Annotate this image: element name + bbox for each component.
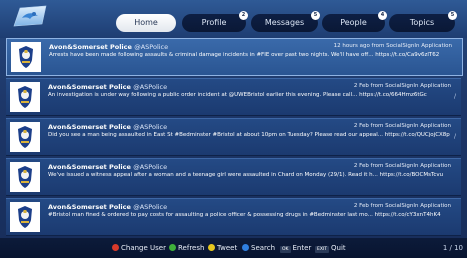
change-user-button[interactable]: Change User	[112, 244, 166, 252]
app-screen: Home Profile 2 Messages 5 People 4 Topic…	[0, 0, 467, 258]
green-key-icon	[169, 244, 176, 251]
ok-key-badge: OK	[280, 246, 291, 253]
tweet-author-handle: @ASPolice	[133, 203, 168, 211]
page-indicator: 1 / 10	[442, 244, 463, 252]
yellow-key-icon	[208, 244, 215, 251]
tweet-meta: 2 Feb from SocialSignIn Application	[353, 203, 451, 209]
tweet-author-name: Avon&Somerset Police	[48, 203, 131, 211]
tweet-text: Did you see a man being assaulted in Eas…	[48, 132, 450, 138]
tweet-author-handle: @ASPolice	[133, 83, 168, 91]
police-crest-icon	[10, 122, 40, 152]
tweet-author-name: Avon&Somerset Police	[49, 43, 132, 51]
tweet-author: Avon&Somerset Police @ASPolice	[48, 203, 167, 211]
police-crest-icon	[10, 162, 40, 192]
police-crest-icon	[10, 82, 40, 112]
police-crest-icon	[11, 42, 41, 72]
tab-people-label: People	[340, 18, 367, 27]
tab-topics-count: 5	[448, 11, 457, 20]
tab-people[interactable]: People 4	[322, 11, 387, 32]
tab-topics[interactable]: Topics 5	[389, 11, 457, 32]
tab-messages-label: Messages	[264, 18, 305, 27]
tweet-author-handle: @ASPolice	[133, 123, 168, 131]
blue-key-icon	[242, 244, 249, 251]
change-user-label: Change User	[121, 244, 166, 252]
tweet-meta: 2 Feb from SocialSignIn Application	[353, 83, 451, 89]
tweet-text: Arrests have been made following assault…	[49, 52, 440, 58]
tab-messages[interactable]: Messages 5	[251, 11, 320, 32]
tweet-meta: 2 Feb from SocialSignIn Application	[353, 123, 451, 129]
refresh-label: Refresh	[178, 244, 205, 252]
top-bar: Home Profile 2 Messages 5 People 4 Topic…	[0, 0, 467, 38]
tweet-item[interactable]: Avon&Somerset Police @ASPolice 2 Feb fro…	[6, 118, 461, 156]
tweet-label: Tweet	[217, 244, 238, 252]
tweet-author: Avon&Somerset Police @ASPolice	[48, 163, 167, 171]
scroll-indicator: /	[454, 93, 457, 100]
tweet-item[interactable]: Avon&Somerset Police @ASPolice 2 Feb fro…	[6, 198, 461, 236]
scroll-indicator: /	[454, 133, 457, 140]
tweet-author-name: Avon&Somerset Police	[48, 123, 131, 131]
police-crest-icon	[10, 202, 40, 232]
enter-button[interactable]: OK Enter	[280, 244, 311, 253]
tweet-item[interactable]: Avon&Somerset Police @ASPolice 2 Feb fro…	[6, 158, 461, 196]
refresh-button[interactable]: Refresh	[169, 244, 204, 252]
quit-label: Quit	[331, 244, 346, 252]
tweet-author: Avon&Somerset Police @ASPolice	[48, 123, 167, 131]
exit-key-badge: EXIT	[315, 246, 330, 253]
search-label: Search	[251, 244, 276, 252]
search-button[interactable]: Search	[242, 244, 275, 252]
bird-logo-icon	[10, 4, 50, 34]
tweet-author-name: Avon&Somerset Police	[48, 163, 131, 171]
tweet-text: An investigation is under way following …	[48, 92, 427, 98]
footer-bar: Change User Refresh Tweet Search OK Enter…	[0, 238, 467, 258]
tweet-button[interactable]: Tweet	[208, 244, 237, 252]
tab-topics-label: Topics	[409, 18, 435, 27]
tweet-author: Avon&Somerset Police @ASPolice	[49, 43, 168, 51]
tab-people-count: 4	[378, 11, 387, 20]
tweet-meta: 12 hours ago from SocialSignIn Applicati…	[333, 43, 452, 49]
tweet-item[interactable]: Avon&Somerset Police @ASPolice 12 hours …	[6, 38, 463, 76]
tweet-author-name: Avon&Somerset Police	[48, 83, 131, 91]
enter-label: Enter	[292, 244, 312, 252]
red-key-icon	[112, 244, 119, 251]
tweet-author-handle: @ASPolice	[134, 43, 169, 51]
tweet-author: Avon&Somerset Police @ASPolice	[48, 83, 167, 91]
tweet-author-handle: @ASPolice	[133, 163, 168, 171]
quit-button[interactable]: EXIT Quit	[315, 244, 346, 253]
tweet-meta: 2 Feb from SocialSignIn Application	[353, 163, 451, 169]
tweet-item[interactable]: Avon&Somerset Police @ASPolice 2 Feb fro…	[6, 78, 461, 116]
tab-profile[interactable]: Profile 2	[182, 11, 248, 32]
tab-profile-count: 2	[239, 11, 248, 20]
tweet-text: We've issued a witness appeal after a wo…	[48, 172, 444, 178]
tab-profile-label: Profile	[201, 18, 227, 27]
tab-home-label: Home	[134, 18, 158, 27]
tab-messages-count: 5	[311, 11, 320, 20]
tab-home[interactable]: Home	[116, 14, 176, 32]
tweet-text: #Bristol man fined & ordered to pay cost…	[48, 212, 441, 218]
